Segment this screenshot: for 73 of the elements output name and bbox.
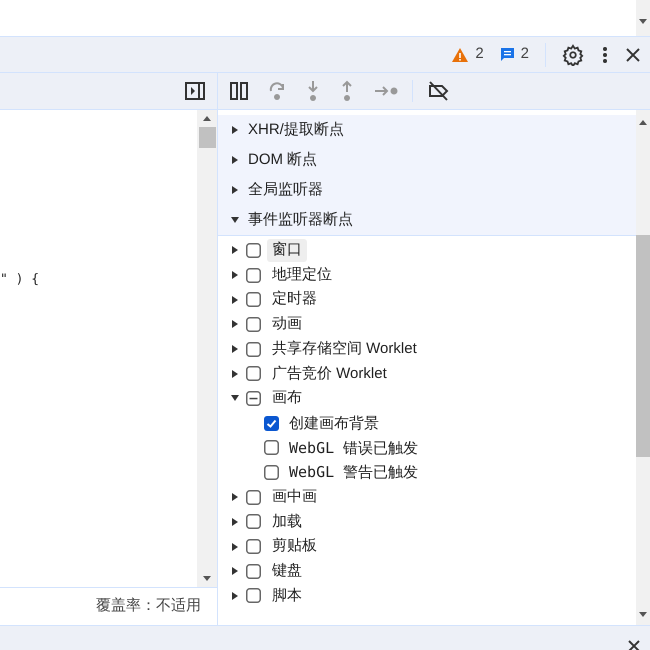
checkbox[interactable] bbox=[246, 292, 261, 308]
checkbox[interactable] bbox=[264, 440, 279, 456]
collapse-arrow-icon[interactable] bbox=[230, 393, 240, 404]
expand-arrow-icon[interactable] bbox=[230, 155, 240, 165]
deactivate-breakpoints-icon[interactable] bbox=[427, 81, 451, 101]
checkbox[interactable] bbox=[246, 588, 261, 604]
listener-label[interactable]: 画布 bbox=[267, 387, 307, 410]
scrollbar[interactable] bbox=[636, 0, 650, 36]
expand-arrow-icon[interactable] bbox=[230, 542, 240, 552]
more-icon[interactable] bbox=[602, 46, 608, 64]
scroll-down-icon[interactable] bbox=[639, 612, 647, 617]
expand-arrow-icon[interactable] bbox=[230, 492, 240, 502]
section-header[interactable]: 全局监听器 bbox=[218, 175, 636, 205]
close-icon[interactable] bbox=[628, 640, 640, 650]
checkbox[interactable] bbox=[246, 490, 261, 505]
expand-arrow-icon[interactable] bbox=[230, 270, 240, 280]
expand-arrow-icon[interactable] bbox=[230, 368, 240, 379]
expand-arrow-icon[interactable] bbox=[230, 344, 240, 354]
listener-label[interactable]: 加载 bbox=[267, 510, 307, 534]
listener-label[interactable]: 画中画 bbox=[267, 486, 322, 508]
checkbox[interactable] bbox=[264, 465, 279, 480]
expand-arrow-icon[interactable] bbox=[230, 566, 240, 576]
scrollbar[interactable] bbox=[197, 110, 217, 587]
coverage-label: 覆盖率：不适用 bbox=[96, 596, 201, 616]
listener-label[interactable]: 共享存储空间 Worklet bbox=[267, 338, 422, 360]
listener-label[interactable]: 地理定位 bbox=[267, 264, 337, 286]
listener-label[interactable]: 脚本 bbox=[267, 584, 307, 608]
collapse-arrow-icon[interactable] bbox=[230, 215, 240, 225]
expand-arrow-icon[interactable] bbox=[230, 125, 240, 135]
scrollbar[interactable] bbox=[636, 110, 650, 625]
settings-icon[interactable] bbox=[562, 44, 584, 66]
listener-label[interactable]: 广告竞价 Worklet bbox=[267, 362, 392, 386]
checkbox[interactable] bbox=[246, 242, 261, 258]
scroll-up-icon[interactable] bbox=[639, 120, 647, 125]
checkbox[interactable] bbox=[246, 316, 261, 332]
checkbox[interactable] bbox=[246, 366, 261, 382]
expand-arrow-icon[interactable] bbox=[230, 590, 240, 601]
section-header[interactable]: 事件监听器断点 bbox=[218, 205, 636, 235]
checkbox[interactable] bbox=[246, 342, 261, 357]
code-line: " ) { bbox=[0, 271, 40, 289]
listener-label[interactable]: 窗口 bbox=[267, 239, 307, 262]
scroll-thumb[interactable] bbox=[198, 127, 216, 148]
listener-label[interactable]: WebGL 错误已触发 bbox=[289, 436, 418, 460]
listener-label[interactable]: 定时器 bbox=[267, 288, 322, 311]
section-header[interactable]: DOM 断点 bbox=[218, 145, 636, 175]
listener-label[interactable]: 动画 bbox=[267, 313, 307, 336]
checkbox[interactable] bbox=[246, 514, 261, 530]
checkbox[interactable] bbox=[246, 390, 261, 406]
checkbox[interactable] bbox=[246, 564, 261, 579]
scroll-thumb[interactable] bbox=[636, 235, 650, 457]
expand-arrow-icon[interactable] bbox=[230, 245, 240, 256]
warning-count: 2 bbox=[475, 44, 484, 64]
listener-label[interactable]: WebGL 警告已触发 bbox=[289, 461, 418, 484]
pause-icon[interactable] bbox=[230, 82, 248, 100]
warning-icon[interactable] bbox=[451, 46, 470, 62]
checkbox[interactable] bbox=[246, 539, 261, 554]
expand-arrow-icon[interactable] bbox=[230, 319, 240, 330]
scroll-down-icon[interactable] bbox=[639, 19, 647, 24]
listener-label[interactable]: 创建画布背景 bbox=[289, 412, 379, 434]
expand-arrow-icon[interactable] bbox=[230, 294, 240, 305]
checkbox[interactable] bbox=[246, 268, 261, 283]
message-count: 2 bbox=[520, 44, 529, 64]
listener-label[interactable]: 键盘 bbox=[267, 560, 307, 583]
listener-label[interactable]: 剪贴板 bbox=[267, 535, 322, 558]
sidebar-toggle-icon[interactable] bbox=[185, 82, 205, 100]
checkbox[interactable] bbox=[264, 416, 279, 431]
scroll-down-icon[interactable] bbox=[203, 576, 211, 581]
close-icon[interactable] bbox=[626, 48, 640, 62]
expand-arrow-icon[interactable] bbox=[230, 516, 240, 527]
expand-arrow-icon[interactable] bbox=[230, 185, 240, 195]
section-header[interactable]: XHR/提取断点 bbox=[218, 115, 636, 145]
message-icon[interactable] bbox=[500, 47, 515, 62]
scroll-up-icon[interactable] bbox=[203, 116, 211, 121]
